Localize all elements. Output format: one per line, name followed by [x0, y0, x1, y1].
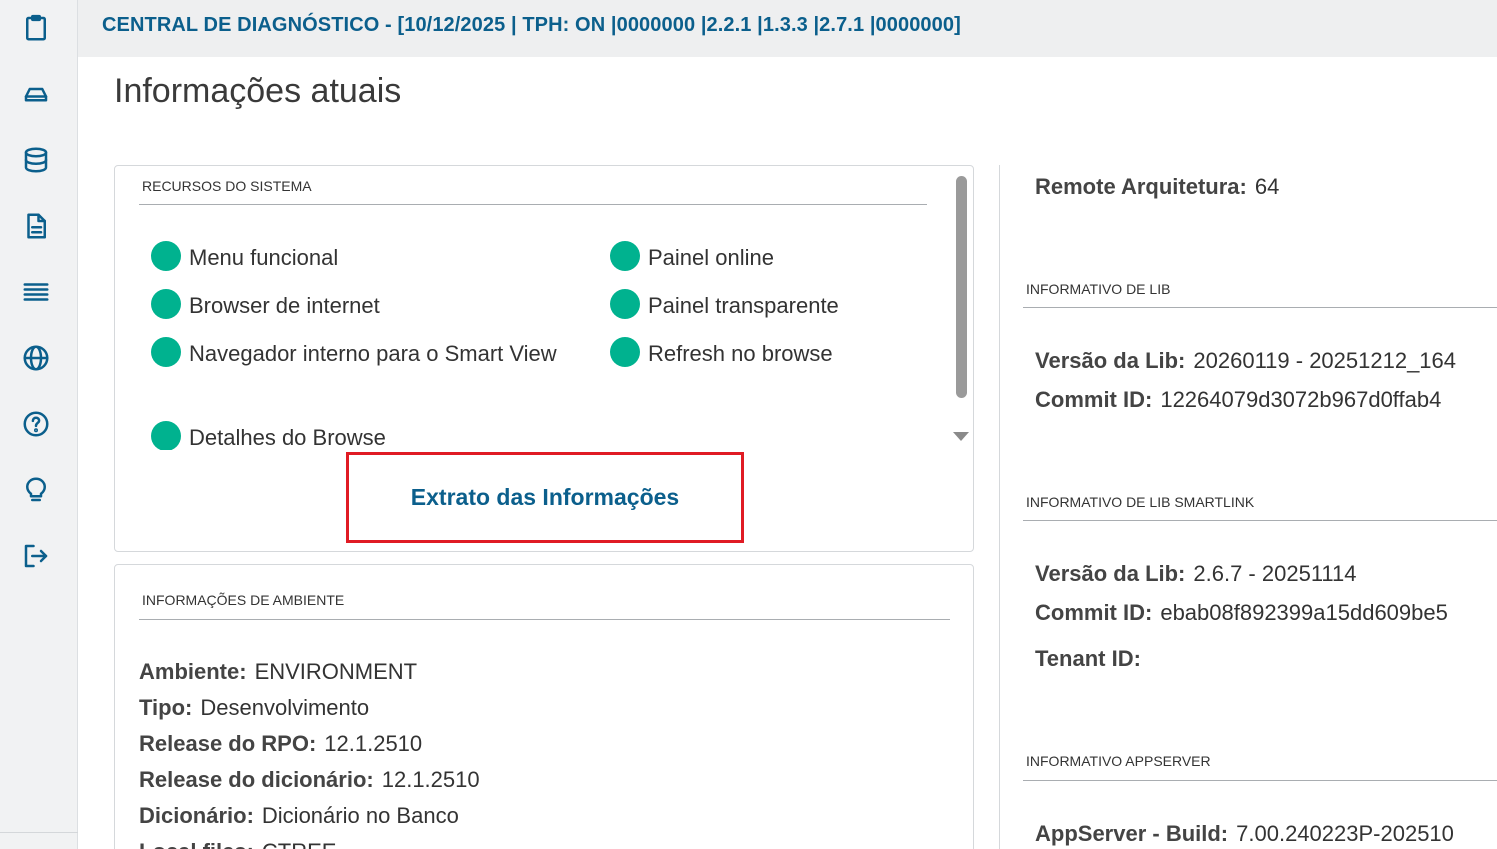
ambiente-card: INFORMAÇÕES DE AMBIENTE Ambiente: ENVIRON…	[114, 564, 974, 849]
local-files-row: Local files:CTREE	[139, 839, 336, 849]
clipboard-icon[interactable]	[20, 12, 52, 44]
resource-menu-funcional: Menu funcional	[151, 240, 559, 276]
status-dot	[151, 421, 181, 451]
status-dot	[610, 241, 640, 271]
appserver-section-title: INFORMATIVO APPSERVER	[1026, 753, 1211, 769]
globe-icon[interactable]	[20, 342, 52, 374]
logout-icon[interactable]	[20, 540, 52, 572]
extrato-highlight: Extrato das Informações	[346, 452, 744, 543]
recursos-title: RECURSOS DO SISTEMA	[142, 178, 312, 194]
resource-painel-transparente: Painel transparente	[610, 288, 948, 324]
ambiente-divider	[139, 619, 950, 620]
help-icon[interactable]	[20, 408, 52, 440]
release-dicionario-row: Release do dicionário: 12.1.2510	[139, 767, 480, 792]
column-divider	[999, 165, 1000, 849]
smartlink-commit-row: Commit ID: ebab08f892399a15dd609be5	[1035, 600, 1448, 625]
scroll-down-arrow[interactable]	[953, 432, 969, 441]
lightbulb-icon[interactable]	[20, 474, 52, 506]
appserver-build-row: AppServer - Build: 7.00.240223P-202510	[1035, 821, 1454, 846]
drive-icon[interactable]	[20, 78, 52, 110]
ambiente-title: INFORMAÇÕES DE AMBIENTE	[142, 592, 345, 608]
dicionario-row: Dicionário: Dicionário no Banco	[139, 803, 459, 828]
ambiente-row: Ambiente: ENVIRONMENT	[139, 659, 418, 684]
sidebar	[0, 0, 78, 849]
lib-commit-row: Commit ID: 12264079d3072b967d0ffab4	[1035, 387, 1442, 412]
resource-navegador-interno: Navegador interno para o Smart View	[151, 336, 559, 372]
resource-browser-internet: Browser de internet	[151, 288, 559, 324]
document-icon[interactable]	[20, 210, 52, 242]
header-bar: CENTRAL DE DIAGNÓSTICO - [10/12/2025 | T…	[78, 0, 1497, 57]
scrollbar-thumb[interactable]	[956, 176, 967, 398]
header-title: CENTRAL DE DIAGNÓSTICO - [10/12/2025 | T…	[102, 14, 961, 36]
lib-versao-row: Versão da Lib: 20260119 - 20251212_164	[1035, 348, 1457, 373]
remote-arquitetura-row: Remote Arquitetura: 64	[1035, 174, 1280, 199]
database-icon[interactable]	[20, 144, 52, 176]
smartlink-tenant-row: Tenant ID:	[1035, 646, 1141, 671]
smartlink-versao-row: Versão da Lib: 2.6.7 - 20251114	[1035, 561, 1357, 586]
recursos-divider	[139, 204, 927, 205]
status-dot	[151, 241, 181, 271]
status-dot	[151, 289, 181, 319]
status-dot	[151, 337, 181, 367]
resource-painel-online: Painel online	[610, 240, 948, 276]
lib-section-title: INFORMATIVO DE LIB	[1026, 281, 1171, 297]
lib-divider	[1023, 307, 1497, 308]
extrato-button[interactable]: Extrato das Informações	[349, 455, 741, 540]
list-icon[interactable]	[20, 276, 52, 308]
status-dot	[610, 289, 640, 319]
release-rpo-row: Release do RPO: 12.1.2510	[139, 731, 423, 756]
sidebar-divider	[0, 832, 78, 833]
status-dot	[610, 337, 640, 367]
resource-refresh-browse: Refresh no browse	[610, 336, 948, 372]
tipo-row: Tipo: Desenvolvimento	[139, 695, 370, 720]
smartlink-section-title: INFORMATIVO DE LIB SMARTLINK	[1026, 494, 1255, 510]
smartlink-divider	[1023, 520, 1497, 521]
page-title: Informações atuais	[114, 72, 402, 110]
appserver-divider	[1023, 780, 1497, 781]
